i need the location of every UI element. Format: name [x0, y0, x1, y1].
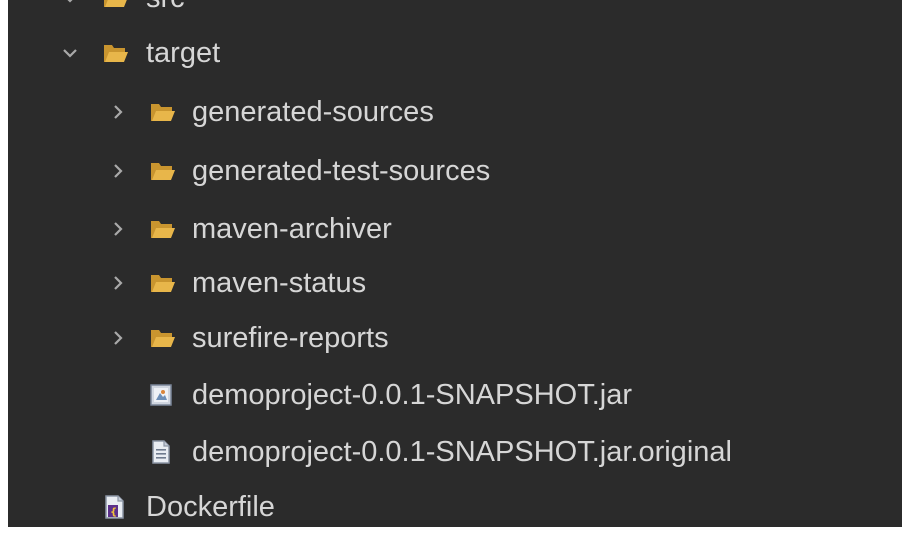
jar-file-icon [148, 380, 174, 410]
tree-item-target[interactable]: target [8, 24, 902, 82]
tree-item-src[interactable]: src [8, 0, 902, 27]
svg-text:{: { [110, 507, 117, 518]
chevron-right-icon[interactable] [108, 97, 128, 127]
chevron-down-icon[interactable] [60, 38, 80, 68]
tree-item-surefire-reports[interactable]: surefire-reports [8, 309, 902, 367]
folder-open-icon [150, 156, 176, 186]
tree-item-label: maven-status [192, 267, 367, 299]
chevron-right-icon[interactable] [108, 268, 128, 298]
folder-open-icon [150, 268, 176, 298]
tree-item-label: target [146, 37, 221, 69]
folder-open-icon [103, 0, 129, 13]
chevron-right-icon[interactable] [108, 323, 128, 353]
chevron-down-icon[interactable] [60, 0, 80, 13]
tree-item-label: generated-test-sources [192, 155, 491, 187]
folder-open-icon [150, 97, 176, 127]
tree-item-label: Dockerfile [146, 491, 275, 523]
chevron-right-icon[interactable] [108, 214, 128, 244]
dockerfile-icon: { [102, 492, 128, 522]
chevron-right-icon[interactable] [108, 156, 128, 186]
tree-item-label: src [146, 0, 185, 27]
folder-open-icon [150, 214, 176, 244]
text-file-icon [148, 437, 174, 467]
tree-item-jar-original-file[interactable]: demoproject-0.0.1-SNAPSHOT.jar.original [8, 423, 902, 481]
folder-open-icon [103, 38, 129, 68]
tree-item-label: demoproject-0.0.1-SNAPSHOT.jar [192, 379, 632, 411]
tree-item-label: demoproject-0.0.1-SNAPSHOT.jar.original [192, 436, 732, 468]
tree-item-maven-status[interactable]: maven-status [8, 254, 902, 312]
tree-item-maven-archiver[interactable]: maven-archiver [8, 200, 902, 258]
project-explorer-tree: src target generated-sources generated-t… [8, 0, 902, 527]
tree-item-jar-file[interactable]: demoproject-0.0.1-SNAPSHOT.jar [8, 366, 902, 424]
tree-item-label: maven-archiver [192, 213, 392, 245]
folder-open-icon [150, 323, 176, 353]
tree-item-label: surefire-reports [192, 322, 389, 354]
tree-item-generated-sources[interactable]: generated-sources [8, 83, 902, 141]
tree-item-dockerfile[interactable]: { Dockerfile [8, 478, 902, 527]
tree-item-generated-test-sources[interactable]: generated-test-sources [8, 142, 902, 200]
tree-item-label: generated-sources [192, 96, 434, 128]
